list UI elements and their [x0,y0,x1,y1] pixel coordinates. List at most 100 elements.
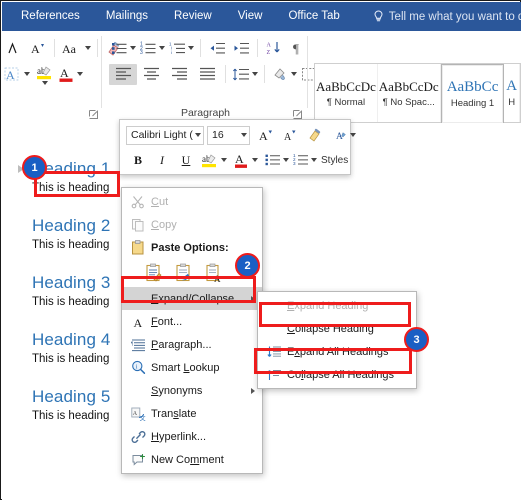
style-normal[interactable]: AaBbCcDc ¶ Normal [315,64,378,122]
numbered-list-icon[interactable]: 123 [138,37,167,59]
bullet-list-icon[interactable] [109,37,138,59]
heading-4[interactable]: Heading 4 [32,330,110,350]
bullet-list-icon[interactable] [263,149,291,171]
line-spacing-icon[interactable] [230,63,260,85]
menu-item-hyperlink[interactable]: Hyperlink... [122,425,262,448]
body-text[interactable]: This is heading [32,296,110,308]
chevron-down-icon[interactable] [24,72,30,76]
chevron-down-icon[interactable] [241,133,247,137]
chevron-down-icon[interactable] [195,133,201,137]
svg-text:Aa: Aa [62,42,77,56]
chevron-down-icon[interactable] [42,80,48,85]
text-effects-icon[interactable]: A [2,63,32,85]
chevron-down-icon[interactable] [252,72,258,76]
font-color-icon[interactable]: A [232,149,260,171]
body-text[interactable]: This is heading [32,182,110,194]
tab-mailings[interactable]: Mailings [93,2,161,31]
font-name-combo[interactable]: Calibri Light ( [126,125,204,145]
font-size-combo[interactable]: 16 [207,125,250,145]
body-text[interactable]: This is heading [32,353,110,365]
tab-view[interactable]: View [225,2,276,31]
ribbon-group-paragraph: 123 1ii AZ ¶ Paragraph [103,31,326,123]
grow-font-icon[interactable]: A [254,124,278,146]
menu-item-cut[interactable]: Cut [122,190,262,213]
menu-item-translate[interactable]: A文 Translate [122,402,262,425]
chevron-down-icon[interactable] [283,158,289,162]
paste-merge-formatting-icon[interactable] [174,263,195,284]
submenu-item-collapse-heading[interactable]: Collapse Heading [258,317,416,340]
menu-item-synonyms[interactable]: Synonyms [122,379,262,402]
text-highlight-icon[interactable]: ab [32,63,56,85]
svg-text:i: i [171,49,172,54]
styles-label[interactable]: Styles [321,155,348,166]
grow-font-icon[interactable] [2,37,26,59]
mini-toolbar: Calibri Light ( 16 A A A B I U ab A 1 2 … [119,119,356,175]
chevron-down-icon[interactable] [221,158,227,162]
submenu-item-expand-all-headings[interactable]: Expand All Headings [258,340,416,363]
menu-item-new-comment[interactable]: New Comment [122,448,262,471]
tell-me-search[interactable]: Tell me what you want to do... [373,10,521,23]
heading-5[interactable]: Heading 5 [32,387,110,407]
chevron-down-icon[interactable] [291,72,297,76]
heading-3[interactable]: Heading 3 [32,273,110,293]
chevron-down-icon[interactable] [130,46,136,50]
submenu-item-expand-heading[interactable]: Expand Heading [258,294,416,317]
menu-item-paragraph[interactable]: ¶ Paragraph... [122,333,262,356]
italic-button[interactable]: I [150,149,174,171]
chevron-down-icon[interactable] [252,158,258,162]
submenu-item-collapse-all-headings[interactable]: Collapse All Headings [258,363,416,386]
svg-text:i: i [135,364,137,371]
paragraph-dialog-launcher[interactable] [293,110,302,119]
justify-icon[interactable] [193,63,221,85]
align-center-icon[interactable] [137,63,165,85]
style-next-partial[interactable]: A H [504,64,520,122]
chevron-down-icon[interactable] [350,133,356,137]
menu-item-font[interactable]: A Font... [122,310,262,333]
paste-keep-source-formatting-icon[interactable] [144,263,165,284]
ribbon-tabs: References Mailings Review View Office T… [2,2,521,31]
heading-2[interactable]: Heading 2 [32,216,110,236]
chevron-down-icon[interactable] [311,158,317,162]
menu-item-smart-lookup[interactable]: i Smart Lookup [122,356,262,379]
body-text[interactable]: This is heading [32,410,110,422]
paste-keep-text-only-icon[interactable]: A [204,263,225,284]
text-highlight-icon[interactable]: ab [198,149,229,171]
body-text[interactable]: This is heading [32,239,110,251]
chevron-down-icon[interactable] [77,72,83,76]
underline-button[interactable]: U [174,149,198,171]
paragraph-row-1: 123 1ii AZ ¶ [109,37,310,59]
style-no-spacing[interactable]: AaBbCcDc ¶ No Spac... [378,64,441,122]
style-preview: AaBbCcDc [315,78,376,94]
menu-item-copy[interactable]: Copy [122,213,262,236]
multilevel-list-icon[interactable]: 1ii [167,37,196,59]
tab-office-tab[interactable]: Office Tab [275,2,352,31]
font-dialog-launcher[interactable] [89,110,98,119]
font-color-icon[interactable]: A [56,63,85,85]
sort-icon[interactable]: AZ [262,37,286,59]
divider [307,36,308,108]
increase-indent-icon[interactable] [229,37,253,59]
style-heading-1[interactable]: AaBbCc Heading 1 [440,64,505,123]
chevron-down-icon[interactable] [188,46,194,50]
styles-gallery-button[interactable]: A [334,124,358,146]
align-right-icon[interactable] [165,63,193,85]
numbered-list-icon[interactable]: 123 [291,149,319,171]
decrease-indent-icon[interactable] [205,37,229,59]
chevron-down-icon[interactable] [159,46,165,50]
menu-item-label: Paste Options: [151,241,229,254]
tab-references[interactable]: References [8,2,93,31]
paragraph-block: Heading 3 This is heading [32,273,110,308]
divider [101,36,102,108]
format-painter-icon[interactable] [302,124,326,146]
chevron-down-icon[interactable] [85,46,91,50]
change-case-icon[interactable]: Aa [59,37,93,59]
paragraph-row-2 [109,63,328,85]
shading-icon[interactable] [269,63,299,85]
align-left-icon[interactable] [109,63,137,85]
shrink-font-icon[interactable]: A [278,124,302,146]
tab-review[interactable]: Review [161,2,225,31]
menu-item-label: Hyperlink... [151,430,207,443]
bold-button[interactable]: B [126,149,150,171]
menu-item-expand-collapse[interactable]: Expand/Collapse [122,287,262,310]
shrink-font-icon[interactable]: A [26,37,50,59]
